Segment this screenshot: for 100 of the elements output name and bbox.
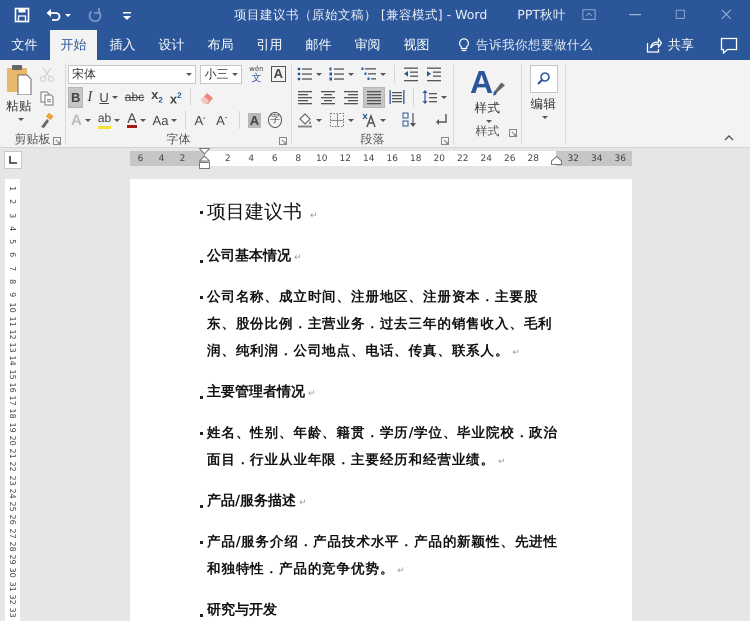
format-mark-icon bbox=[200, 541, 203, 544]
distributed-icon bbox=[389, 89, 405, 105]
dialog-launcher-icon bbox=[53, 137, 61, 145]
share-button[interactable]: 共享 bbox=[639, 35, 700, 55]
ruler-number: 29 bbox=[7, 554, 18, 567]
maximize-icon bbox=[674, 8, 688, 22]
ruler-number: 3 bbox=[7, 212, 18, 220]
font-size-field[interactable]: 小三 bbox=[200, 64, 242, 84]
search-icon bbox=[536, 71, 552, 87]
lightbulb-icon bbox=[457, 37, 471, 53]
caret-icon bbox=[316, 118, 322, 122]
dialog-launcher-icon bbox=[441, 137, 449, 145]
ruler-number: 30 bbox=[7, 566, 18, 580]
ribbon-tab[interactable]: 引用 bbox=[245, 30, 294, 60]
superscript-button[interactable]: x$^{2}$ bbox=[166, 86, 185, 108]
ruler-number: 4 bbox=[7, 224, 18, 233]
styles-button[interactable]: A 样式 bbox=[456, 63, 519, 123]
paste-button[interactable]: 粘贴 bbox=[2, 63, 36, 131]
ruler-number: 20 bbox=[432, 152, 446, 166]
numbered-list-icon bbox=[329, 66, 345, 82]
bullet-list-icon bbox=[297, 66, 313, 82]
justify-button[interactable] bbox=[363, 86, 385, 108]
ruler-number: 16 bbox=[7, 381, 18, 394]
ruler-number: 28 bbox=[526, 152, 540, 166]
subscript-button[interactable]: x$_{2}$ bbox=[148, 86, 166, 108]
section-heading: 产品/服务描述 ↵ bbox=[207, 492, 308, 511]
ruler-number: 17 bbox=[7, 394, 18, 408]
dialog-launcher-icon bbox=[509, 129, 517, 137]
ribbon-tab[interactable]: 视图 bbox=[392, 30, 441, 60]
ruler-number: 2 bbox=[7, 198, 18, 206]
ruler-number: 11 bbox=[7, 315, 18, 328]
caret-icon bbox=[171, 118, 178, 122]
grow-font-button[interactable]: A bbox=[191, 110, 212, 130]
section-heading: 主要管理者情况 ↵ bbox=[207, 382, 317, 402]
format-mark-icon bbox=[200, 211, 203, 214]
close-icon bbox=[720, 8, 734, 22]
bold-button[interactable]: B bbox=[68, 86, 84, 108]
font-color-button[interactable]: A bbox=[124, 110, 149, 130]
caret-icon bbox=[140, 118, 146, 122]
comment-icon bbox=[720, 36, 738, 54]
tab-stop-selector[interactable] bbox=[4, 151, 22, 169]
ruler-number: 18 bbox=[7, 408, 18, 421]
ruler-number: 16 bbox=[386, 152, 399, 166]
ruler-number: 28 bbox=[7, 540, 18, 554]
ribbon-tab[interactable]: 布局 bbox=[196, 30, 245, 60]
ruler-number: 34 bbox=[590, 152, 604, 166]
body-paragraph: 姓名、性别、年龄、籍贯．学历/学位、毕业院校．政治面目．行业从业年限．主要经历和经营业绩。 ↵ bbox=[207, 424, 559, 470]
section-heading: 公司基本情况 ↵ bbox=[207, 247, 303, 266]
ruler-number: 8 bbox=[294, 152, 302, 166]
format-mark-icon bbox=[200, 505, 203, 508]
ruler-number: 13 bbox=[7, 342, 18, 355]
caret-icon bbox=[186, 72, 192, 76]
user-name: PPT秋叶 bbox=[517, 6, 566, 24]
ribbon-tab[interactable]: 邮件 bbox=[294, 30, 343, 60]
italic-button[interactable]: I bbox=[84, 86, 96, 108]
ribbon-tab[interactable]: 插入 bbox=[98, 30, 147, 60]
line-spacing-icon bbox=[422, 89, 438, 105]
decrease-indent-icon bbox=[403, 66, 419, 82]
ruler-number: 36 bbox=[614, 152, 627, 166]
align-right-icon bbox=[343, 89, 359, 105]
underline-button[interactable]: U bbox=[96, 86, 121, 108]
right-indent-marker-icon[interactable] bbox=[551, 156, 562, 165]
tell-me-placeholder: 告诉我你想要做什么 bbox=[476, 36, 593, 54]
brush-icon bbox=[493, 81, 506, 97]
format-mark-icon bbox=[200, 396, 203, 399]
strikethrough-button[interactable]: abc bbox=[122, 86, 148, 108]
caret-icon bbox=[316, 72, 322, 76]
font-name-field[interactable]: 宋体 bbox=[68, 64, 196, 84]
caret-icon bbox=[348, 118, 354, 122]
highlight-button[interactable]: ab bbox=[94, 110, 124, 130]
dialog-launcher-icon bbox=[279, 137, 287, 145]
multilevel-list-icon bbox=[361, 66, 377, 82]
share-icon bbox=[645, 37, 662, 53]
asian-layout-icon bbox=[361, 112, 377, 128]
ribbon-tab[interactable]: 文件 bbox=[0, 30, 49, 60]
document-title: 项目建议书 ↵ bbox=[207, 200, 319, 225]
tell-me-field[interactable]: 告诉我你想要做什么 bbox=[457, 30, 593, 60]
ruler-number: 21 bbox=[7, 448, 18, 461]
caret-icon bbox=[380, 118, 386, 122]
clipboard-icon bbox=[5, 63, 33, 95]
ruler-number: 20 bbox=[7, 434, 18, 448]
ribbon-tab[interactable]: 审阅 bbox=[343, 30, 392, 60]
editing-button[interactable]: 编辑 bbox=[524, 63, 563, 119]
format-mark-icon bbox=[200, 432, 203, 435]
indent-marker-icon[interactable] bbox=[199, 148, 210, 170]
format-mark-icon bbox=[200, 260, 203, 263]
shrink-font-button[interactable]: A bbox=[213, 110, 234, 130]
scissors-icon bbox=[39, 66, 55, 82]
ruler-number: 22 bbox=[7, 460, 18, 474]
change-case-button[interactable]: Aa bbox=[150, 110, 180, 130]
ruler-number: 14 bbox=[7, 354, 18, 368]
ruler-number: 26 bbox=[7, 514, 18, 527]
ruler-number: 25 bbox=[7, 500, 18, 514]
ruler-number: 9 bbox=[7, 291, 18, 300]
body-paragraph: 产品/服务介绍．产品技术水平．产品的新颖性、先进性和独特性．产品的竞争优势。 ↵ bbox=[207, 533, 559, 579]
borders-icon bbox=[329, 112, 345, 128]
caret-icon bbox=[348, 72, 354, 76]
ribbon-tab[interactable]: 开始 bbox=[50, 30, 97, 60]
ribbon-tab[interactable]: 设计 bbox=[147, 30, 196, 60]
ruler-number: 6 bbox=[270, 152, 279, 166]
